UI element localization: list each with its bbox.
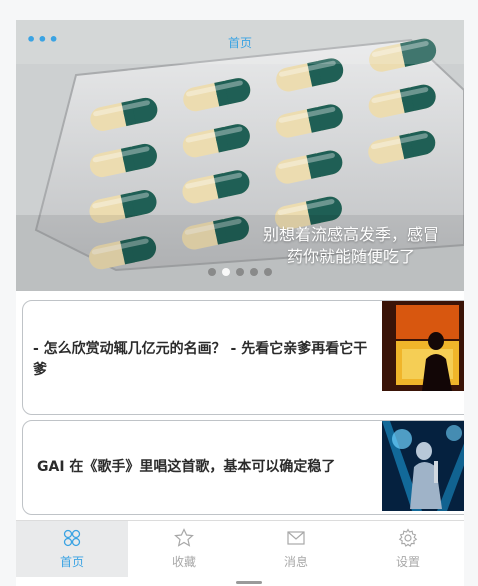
page: ••• 首页 别想着流感高发季，感冒药你就能随便吃了 - 怎么欣赏动辄几亿元的名…	[0, 0, 478, 586]
banner-caption[interactable]: 别想着流感高发季，感冒药你就能随便吃了	[256, 224, 446, 268]
tab-label: 消息	[283, 555, 308, 569]
tab-label: 首页	[59, 555, 84, 569]
home-icon	[63, 529, 81, 547]
tab-label: 收藏	[171, 555, 196, 569]
tab-settings[interactable]: 设置	[352, 521, 464, 577]
tab-messages[interactable]: 消息	[240, 521, 352, 577]
page-title: 首页	[227, 36, 252, 50]
news-title: GAI 在《歌手》里唱这首歌，基本可以确定稳了	[37, 459, 336, 475]
banner-carousel[interactable]: ••• 首页 别想着流感高发季，感冒药你就能随便吃了	[16, 20, 464, 291]
star-icon	[174, 528, 194, 547]
painting-thumbnail	[382, 301, 464, 391]
carousel-indicator	[208, 268, 272, 276]
mail-icon	[287, 531, 305, 545]
top-bar: ••• 首页	[16, 20, 464, 64]
tab-label: 设置	[395, 555, 420, 569]
tab-favorites[interactable]: 收藏	[128, 521, 240, 577]
gear-icon	[398, 528, 418, 547]
app-frame: ••• 首页 别想着流感高发季，感冒药你就能随便吃了 - 怎么欣赏动辄几亿元的名…	[16, 20, 464, 586]
carousel-dot[interactable]	[250, 268, 258, 276]
news-card[interactable]: - 怎么欣赏动辄几亿元的名画？ - 先看它亲爹再看它干爹	[22, 300, 464, 415]
carousel-dot-active[interactable]	[222, 268, 230, 276]
news-card[interactable]: GAI 在《歌手》里唱这首歌，基本可以确定稳了	[22, 420, 464, 515]
tab-home[interactable]: 首页	[16, 521, 128, 577]
tab-bar: 首页 收藏 消息 设置	[16, 520, 464, 577]
carousel-dot[interactable]	[208, 268, 216, 276]
news-title: - 怎么欣赏动辄几亿元的名画？ - 先看它亲爹再看它干爹	[33, 341, 368, 378]
concert-thumbnail	[382, 421, 464, 511]
carousel-dot[interactable]	[236, 268, 244, 276]
carousel-dot[interactable]	[264, 268, 272, 276]
home-indicator	[236, 581, 262, 584]
